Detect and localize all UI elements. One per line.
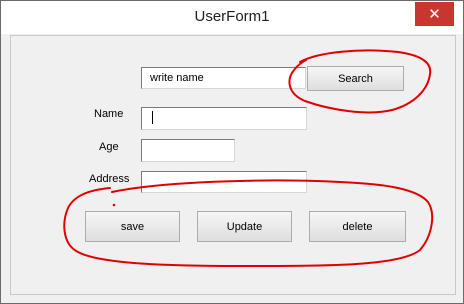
search-circle-annotation xyxy=(288,49,432,114)
buttons-circle-annotation xyxy=(63,179,434,268)
annotation-layer xyxy=(63,49,434,268)
annotation-dot xyxy=(112,203,116,207)
